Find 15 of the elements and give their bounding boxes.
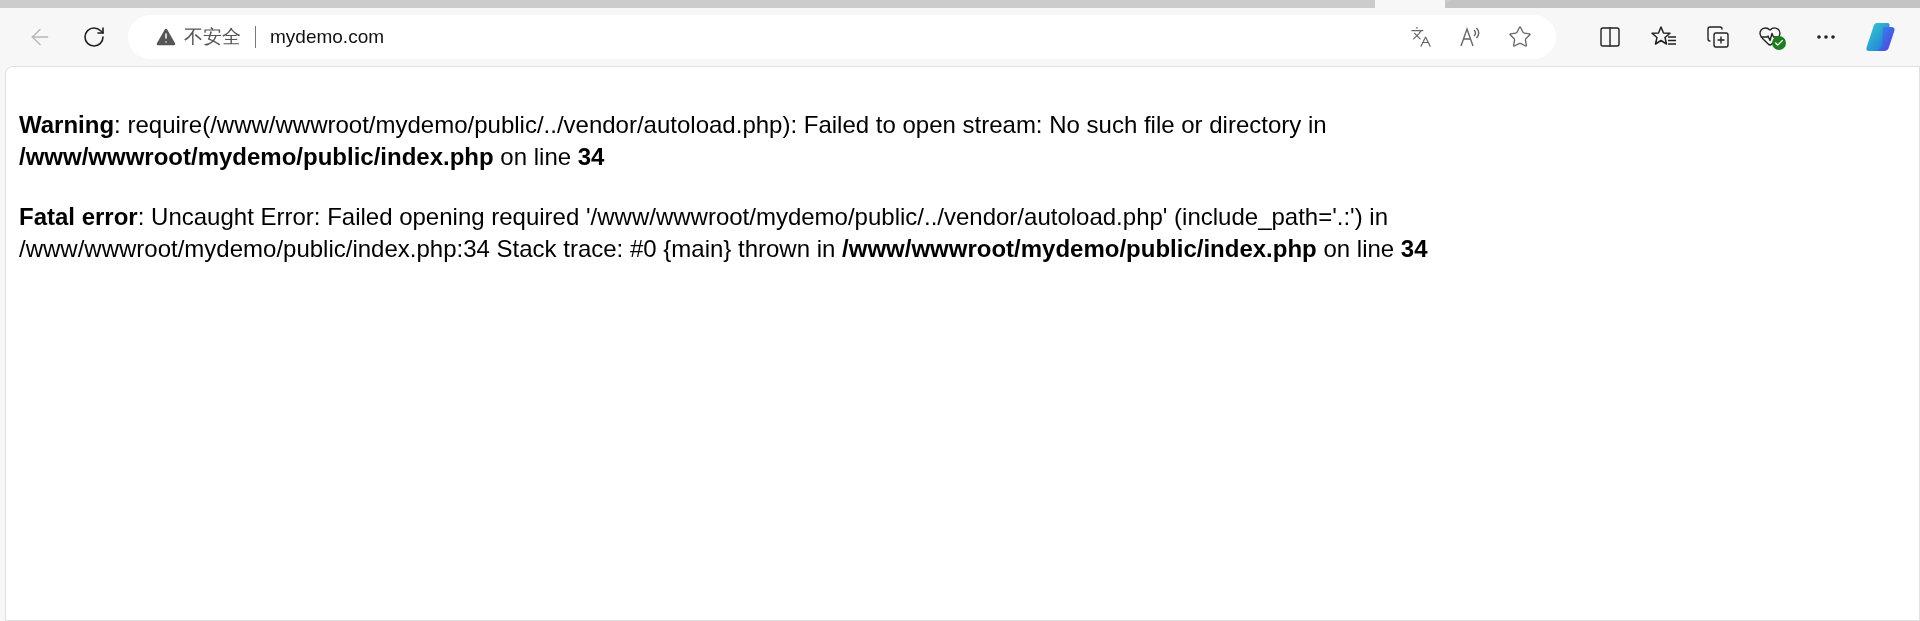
- more-icon: [1817, 35, 1835, 39]
- error-message: Warning: require(/www/wwwroot/mydemo/public/../vendor/autoload.php): Failed to open stream: No such file or directory in /www/wwwroot/mydemo/public/index.php on line 34: [19, 110, 1328, 172]
- address-bar[interactable]: 不安全 mydemo.com: [128, 15, 1556, 59]
- read-aloud-icon[interactable]: [1458, 25, 1482, 49]
- collections-icon: [1706, 25, 1730, 49]
- heart-pulse-check-icon: [1758, 24, 1786, 50]
- warning-icon: [154, 25, 178, 49]
- error-message: Fatal error: Uncaught Error: Failed opening required '/www/wwwroot/mydemo/public/../vendor/autoload.php' (include_path='.:') in /www/wwwroot/mydemo/public/index.php:34 Stack trace: #0 {main} thrown in /www/wwwroot/mydemo/public/index.php on line 34: [19, 202, 1429, 264]
- refresh-icon: [82, 25, 106, 49]
- favorite-star-icon[interactable]: [1508, 25, 1532, 49]
- security-label[interactable]: 不安全: [184, 22, 241, 52]
- url-text[interactable]: mydemo.com: [270, 22, 385, 52]
- split-screen-icon: [1598, 25, 1622, 49]
- copilot-logo-icon: [1863, 21, 1897, 53]
- translate-icon[interactable]: [1410, 26, 1432, 48]
